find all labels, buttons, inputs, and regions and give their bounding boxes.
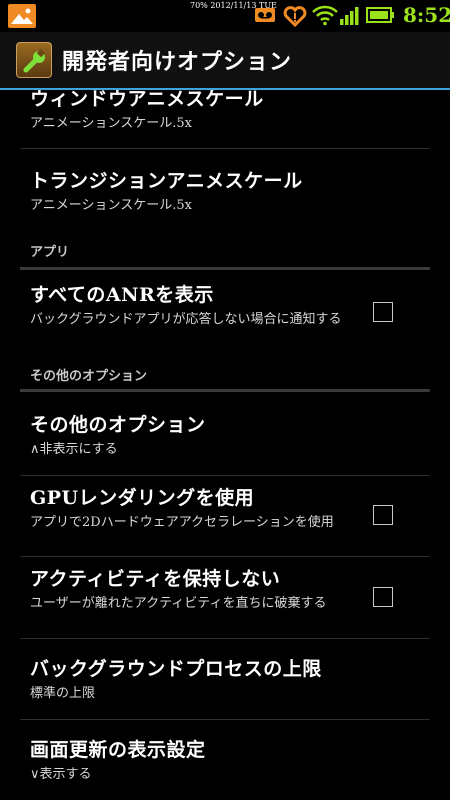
item-summary: ∨表示する bbox=[30, 767, 92, 782]
item-title: GPUレンダリングを使用 bbox=[30, 487, 255, 509]
status-bar: 70% 2012/11/13 TUE 8:52 bbox=[0, 0, 450, 32]
item-summary: ユーザーが離れたアクティビティを直ちに破棄する bbox=[30, 596, 327, 611]
page-title: 開発者向けオプション bbox=[62, 49, 293, 75]
item-summary: アニメーションスケール.5x bbox=[30, 198, 192, 213]
item-title: ウィンドウアニメスケール bbox=[30, 90, 264, 110]
action-bar: 開発者向けオプション bbox=[0, 32, 450, 90]
voicemail-icon bbox=[254, 4, 276, 30]
gallery-icon bbox=[8, 4, 36, 28]
category-header-other: その他のオプション bbox=[30, 369, 148, 384]
status-time: 8:52 bbox=[403, 3, 450, 27]
wrench-icon[interactable] bbox=[16, 42, 52, 78]
signal-icon bbox=[339, 4, 361, 30]
list-item-show-all-anr[interactable]: すべてのANRを表示 バックグラウンドアプリが応答しない場合に通知する bbox=[30, 280, 430, 329]
item-title: アクティビティを保持しない bbox=[30, 568, 281, 590]
show-all-anr-checkbox[interactable] bbox=[373, 302, 393, 322]
item-title: 画面更新の表示設定 bbox=[30, 739, 206, 761]
settings-list[interactable]: ウィンドウアニメスケール アニメーションスケール.5x トランジションアニメスケ… bbox=[0, 90, 450, 800]
list-item-other-options[interactable]: その他のオプション ∧非表示にする bbox=[30, 410, 430, 459]
divider bbox=[20, 556, 430, 557]
dont-keep-activities-checkbox[interactable] bbox=[373, 587, 393, 607]
item-summary: アプリで2Dハードウェアアクセラレーションを使用 bbox=[30, 515, 334, 530]
divider bbox=[20, 638, 430, 639]
item-summary: 標準の上限 bbox=[30, 686, 96, 701]
divider bbox=[20, 475, 430, 476]
item-summary: ∧非表示にする bbox=[30, 442, 118, 457]
item-title: その他のオプション bbox=[30, 414, 206, 436]
category-divider bbox=[20, 389, 430, 392]
item-title: すべてのANRを表示 bbox=[30, 284, 214, 306]
battery-icon bbox=[366, 6, 396, 28]
list-item-transition-animation-scale[interactable]: トランジションアニメスケール アニメーションスケール.5x bbox=[30, 166, 430, 215]
heart-alert-icon bbox=[283, 4, 307, 32]
item-title: バックグラウンドプロセスの上限 bbox=[30, 658, 322, 680]
list-item-gpu-rendering[interactable]: GPUレンダリングを使用 アプリで2Dハードウェアアクセラレーションを使用 bbox=[30, 483, 430, 532]
divider bbox=[20, 719, 430, 720]
list-item-screen-update-display[interactable]: 画面更新の表示設定 ∨表示する bbox=[30, 735, 430, 784]
item-summary: バックグラウンドアプリが応答しない場合に通知する bbox=[30, 312, 342, 327]
category-header-apps: アプリ bbox=[30, 245, 70, 260]
list-item-dont-keep-activities[interactable]: アクティビティを保持しない ユーザーが離れたアクティビティを直ちに破棄する bbox=[30, 564, 430, 613]
list-item-background-process-limit[interactable]: バックグラウンドプロセスの上限 標準の上限 bbox=[30, 654, 430, 703]
item-title: トランジションアニメスケール bbox=[30, 170, 303, 192]
list-item-window-animation-scale[interactable]: ウィンドウアニメスケール アニメーションスケール.5x bbox=[30, 90, 430, 133]
wifi-icon bbox=[312, 4, 338, 30]
gpu-rendering-checkbox[interactable] bbox=[373, 505, 393, 525]
item-summary: アニメーションスケール.5x bbox=[30, 116, 192, 131]
divider bbox=[20, 148, 430, 149]
category-divider bbox=[20, 267, 430, 270]
